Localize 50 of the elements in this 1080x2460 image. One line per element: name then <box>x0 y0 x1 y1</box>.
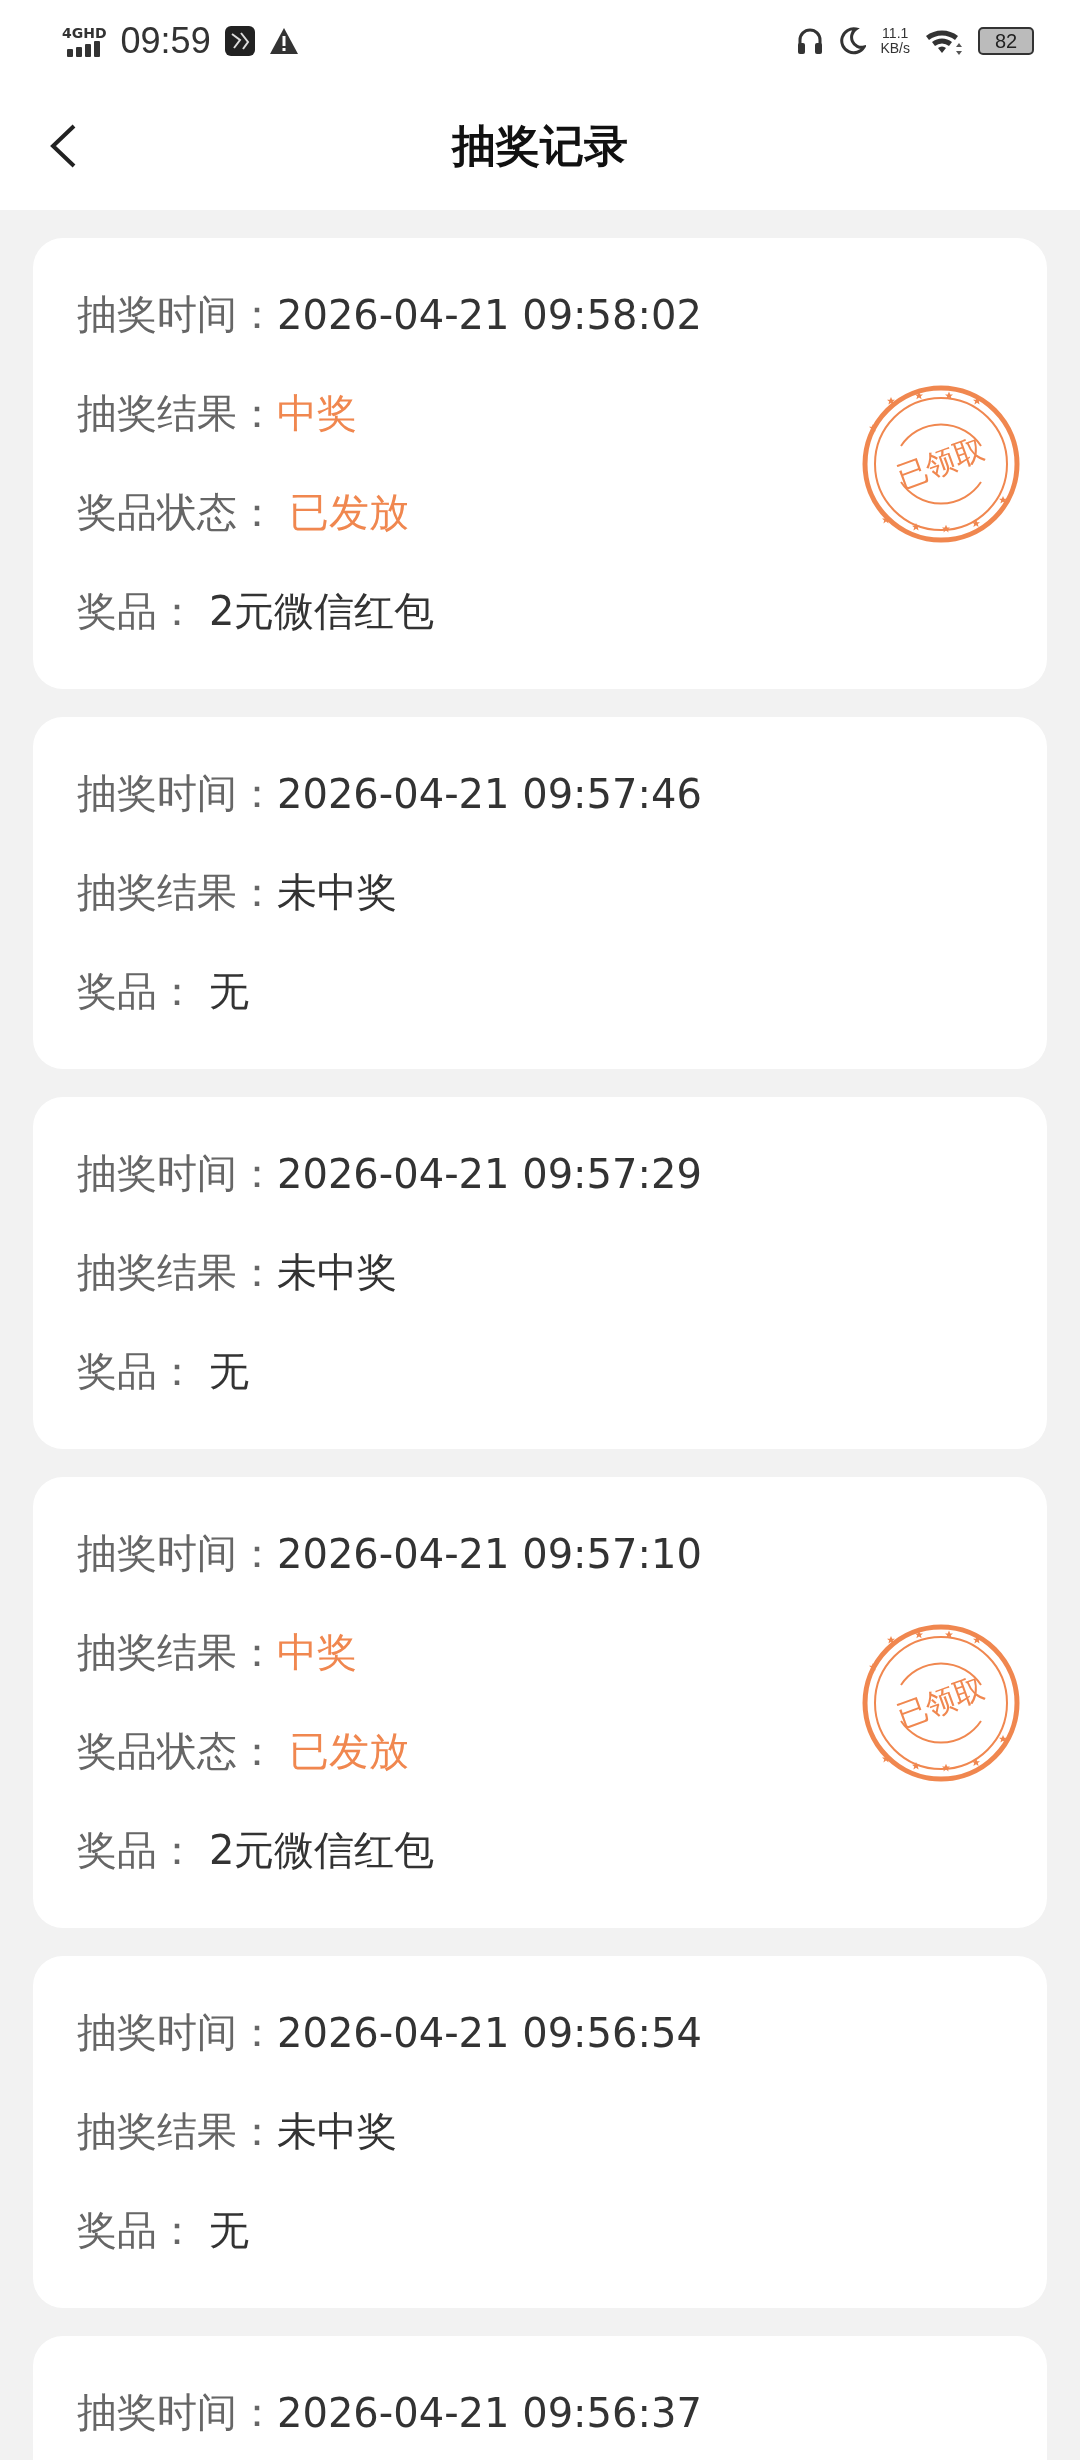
field-value: 2026-04-21 09:56:54 <box>277 2009 702 2056</box>
speed-value: 11.1 <box>882 26 909 41</box>
field-label: 抽奖时间： <box>77 2388 277 2437</box>
field-value: 未中奖 <box>277 2107 397 2156</box>
field-value: 2026-04-21 09:57:46 <box>277 770 702 817</box>
field-value: 无 <box>209 2206 249 2255</box>
field-label: 奖品状态： <box>77 488 277 537</box>
field-label: 抽奖时间： <box>77 2008 277 2057</box>
field-value: 未中奖 <box>277 868 397 917</box>
moon-icon <box>838 26 867 56</box>
clock: 09:59 <box>120 20 211 62</box>
field-label: 抽奖时间： <box>77 1149 277 1198</box>
field-value: 已发放 <box>289 1727 409 1776</box>
headphones-icon <box>796 26 825 56</box>
signal-icon <box>67 40 102 57</box>
network-label: 4GHD <box>62 25 107 40</box>
field-label: 抽奖结果： <box>77 868 277 917</box>
speed-unit: KB/s <box>880 41 910 56</box>
field-value: 已发放 <box>289 488 409 537</box>
field-label: 奖品： <box>77 2206 197 2255</box>
field-label: 奖品： <box>77 967 197 1016</box>
field-label: 奖品： <box>77 1347 197 1396</box>
battery-icon: 82 <box>978 27 1034 55</box>
field-value: 2元微信红包 <box>209 1826 435 1875</box>
field-label: 抽奖时间： <box>77 290 277 339</box>
back-icon[interactable] <box>48 123 78 169</box>
claimed-stamp: 已领取 <box>861 383 1021 544</box>
field-label: 奖品： <box>77 1826 197 1875</box>
field-value: 2026-04-21 09:57:29 <box>277 1150 702 1197</box>
warning-icon <box>268 27 299 55</box>
field-value: 无 <box>209 1347 249 1396</box>
field-value: 2026-04-21 09:58:02 <box>277 291 702 338</box>
field-label: 奖品状态： <box>77 1727 277 1776</box>
field-value: 2026-04-21 09:57:10 <box>277 1530 702 1577</box>
field-label: 抽奖结果： <box>77 1628 277 1677</box>
field-label: 抽奖时间： <box>77 1529 277 1578</box>
claimed-stamp: 已领取 <box>861 1622 1021 1783</box>
field-label: 抽奖结果： <box>77 2107 277 2156</box>
field-label: 奖品： <box>77 587 197 636</box>
field-value: 2026-04-21 09:56:37 <box>277 2389 702 2436</box>
field-label: 抽奖时间： <box>77 769 277 818</box>
field-value: 中奖 <box>277 1628 357 1677</box>
field-label: 抽奖结果： <box>77 1248 277 1297</box>
field-value: 2元微信红包 <box>209 587 435 636</box>
field-value: 无 <box>209 967 249 1016</box>
field-value: 中奖 <box>277 389 357 438</box>
page-title: 抽奖记录 <box>452 118 628 173</box>
app-icon <box>224 26 255 56</box>
field-label: 抽奖结果： <box>77 389 277 438</box>
field-value: 未中奖 <box>277 1248 397 1297</box>
